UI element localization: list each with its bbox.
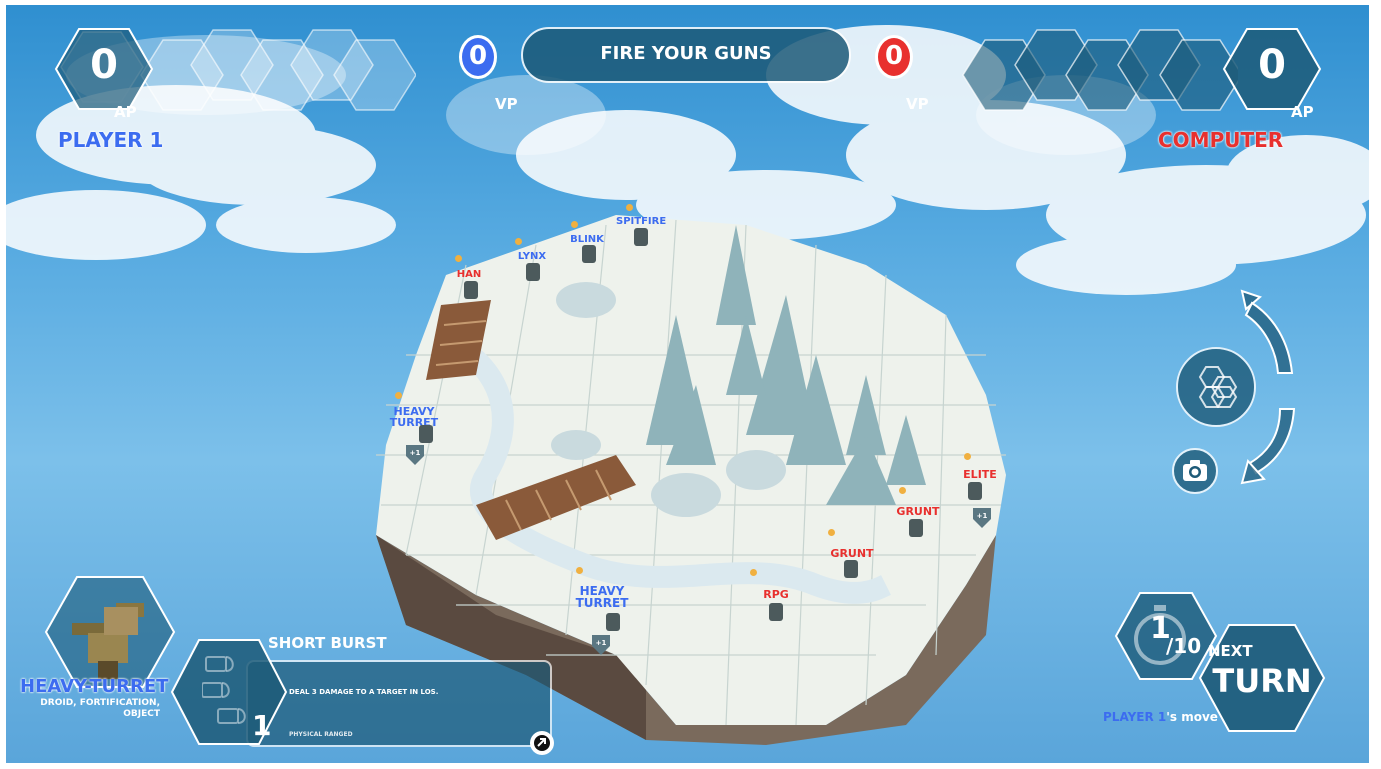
vp-left-value: 0 bbox=[468, 41, 488, 71]
ability-ammo-count: 1 bbox=[252, 709, 272, 742]
unit-coin bbox=[828, 529, 835, 536]
computer-ap-label: AP bbox=[1291, 103, 1314, 121]
unit-label: LYNX bbox=[517, 251, 547, 262]
vp-left-label: VP bbox=[495, 95, 518, 113]
unit-label: HEAVY TURRET bbox=[575, 584, 629, 610]
computer-ap-track bbox=[962, 29, 1238, 111]
unit-han[interactable] bbox=[464, 281, 478, 299]
ability-description: DEAL 3 DAMAGE TO A TARGET IN LOS. bbox=[289, 688, 439, 696]
game-viewport[interactable]: HAN LYNX BLINK SPITFIRE HEAVY TURRET +1 … bbox=[6, 5, 1369, 763]
selected-unit-tags: DROID, FORTIFICATION, OBJECT bbox=[40, 698, 160, 719]
next-turn-button[interactable]: TURN bbox=[1198, 663, 1326, 699]
turn-status-suffix: 's move bbox=[1166, 710, 1218, 724]
next-turn-label: NEXT bbox=[1208, 642, 1253, 660]
unit-spitfire[interactable] bbox=[634, 228, 648, 246]
ability-type: PHYSICAL RANGED bbox=[289, 731, 353, 738]
turn-total: /10 bbox=[1166, 634, 1202, 658]
unit-label: BLINK bbox=[570, 234, 604, 245]
unit-label: GRUNT bbox=[896, 505, 940, 518]
computer-name: COMPUTER bbox=[1158, 128, 1284, 152]
vp-right-value: 0 bbox=[884, 41, 904, 71]
player-name: PLAYER 1 bbox=[58, 128, 164, 152]
turn-status: PLAYER 1's move bbox=[1103, 710, 1218, 724]
phase-banner-text: FIRE YOUR GUNS bbox=[600, 43, 772, 64]
unit-elite[interactable] bbox=[968, 482, 982, 500]
unit-label: RPG bbox=[763, 588, 789, 601]
unit-coin bbox=[515, 238, 522, 245]
unit-grunt[interactable] bbox=[909, 519, 923, 537]
player-ap-label: AP bbox=[114, 103, 137, 121]
unit-label: HAN bbox=[456, 269, 482, 280]
unit-label: HEAVY TURRET bbox=[389, 405, 439, 429]
unit-label: ELITE bbox=[963, 468, 997, 481]
unit-coin bbox=[964, 453, 971, 460]
unit-coin bbox=[626, 204, 633, 211]
unit-coin bbox=[576, 567, 583, 574]
rotate-arrow-down-icon[interactable] bbox=[1234, 403, 1304, 495]
unit-portrait-hex bbox=[44, 576, 176, 688]
player-ap-value: 0 bbox=[90, 42, 118, 88]
unit-lynx[interactable] bbox=[526, 263, 540, 281]
vp-right-label: VP bbox=[906, 95, 929, 113]
unit-coin bbox=[455, 255, 462, 262]
unit-coin bbox=[750, 569, 757, 576]
unit-blink[interactable] bbox=[582, 245, 596, 263]
unit-coin bbox=[395, 392, 402, 399]
unit-heavy-turret[interactable] bbox=[419, 425, 433, 443]
unit-grunt[interactable] bbox=[844, 560, 858, 578]
unit-label: GRUNT bbox=[830, 547, 874, 560]
unit-heavy-turret[interactable] bbox=[606, 613, 620, 631]
unit-label: SPITFIRE bbox=[616, 216, 667, 227]
unit-rpg[interactable] bbox=[769, 603, 783, 621]
computer-ap-value: 0 bbox=[1258, 42, 1286, 88]
unit-coin bbox=[571, 221, 578, 228]
turn-status-player: PLAYER 1 bbox=[1103, 710, 1167, 724]
camera-icon bbox=[1183, 460, 1207, 481]
info-icon bbox=[534, 735, 550, 751]
unit-coin bbox=[899, 487, 906, 494]
selected-unit-name: HEAVY-TURRET bbox=[20, 676, 169, 697]
